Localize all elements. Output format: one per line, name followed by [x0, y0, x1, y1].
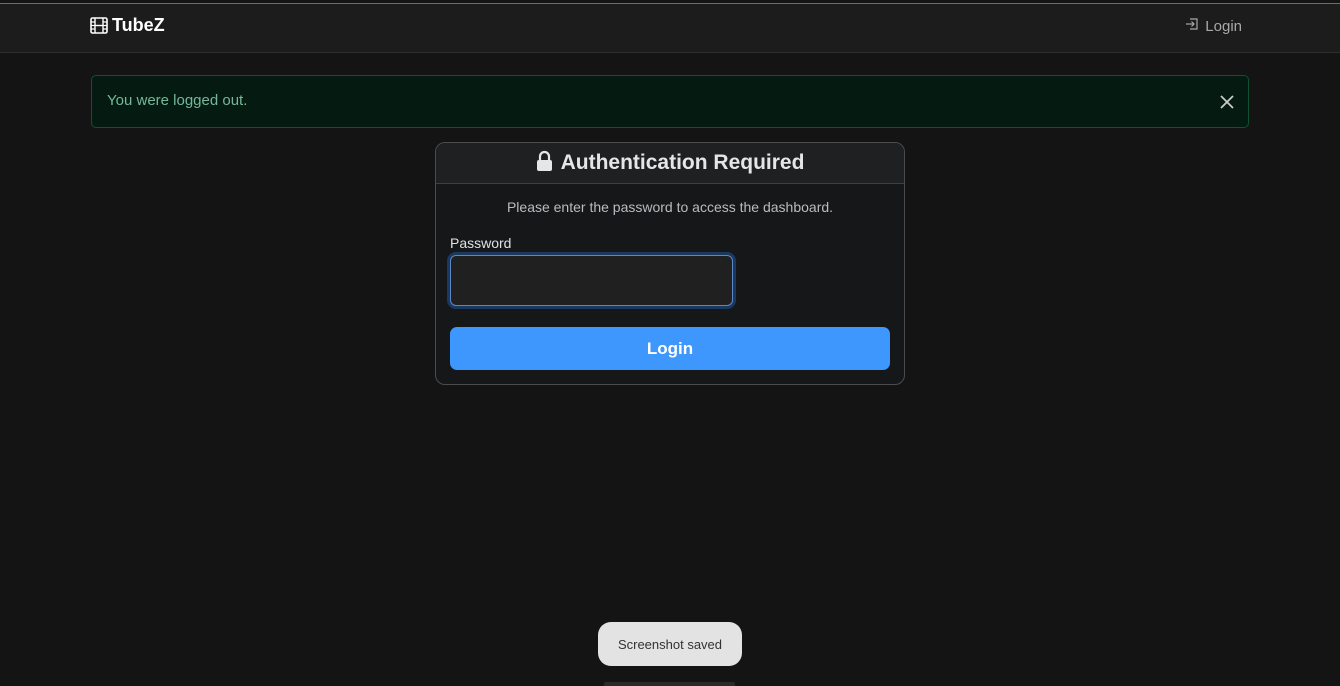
nav-login-label: Login	[1205, 17, 1242, 35]
login-button[interactable]: Login	[450, 327, 890, 370]
screenshot-toast: Screenshot saved	[598, 622, 742, 666]
auth-card: Authentication Required Please enter the…	[435, 142, 905, 385]
auth-card-title: Authentication Required	[560, 151, 805, 174]
nav-login-link[interactable]: Login	[1185, 17, 1242, 35]
brand-link[interactable]: TubeZ	[90, 15, 165, 36]
toast-message: Screenshot saved	[617, 636, 723, 652]
auth-description: Please enter the password to access the …	[506, 199, 834, 215]
close-icon[interactable]	[1218, 93, 1236, 111]
auth-card-header: Authentication Required	[436, 143, 904, 184]
toast-shadow	[604, 682, 735, 686]
password-label: Password	[450, 235, 512, 251]
password-input[interactable]	[450, 255, 733, 306]
brand-name: TubeZ	[112, 15, 165, 35]
logout-alert: You were logged out.	[91, 75, 1249, 128]
alert-message: You were logged out.	[107, 92, 248, 109]
navbar: TubeZ Login	[0, 4, 1340, 53]
film-icon	[90, 17, 108, 34]
box-arrow-in-right-icon	[1185, 17, 1199, 35]
lock-icon	[536, 150, 553, 177]
